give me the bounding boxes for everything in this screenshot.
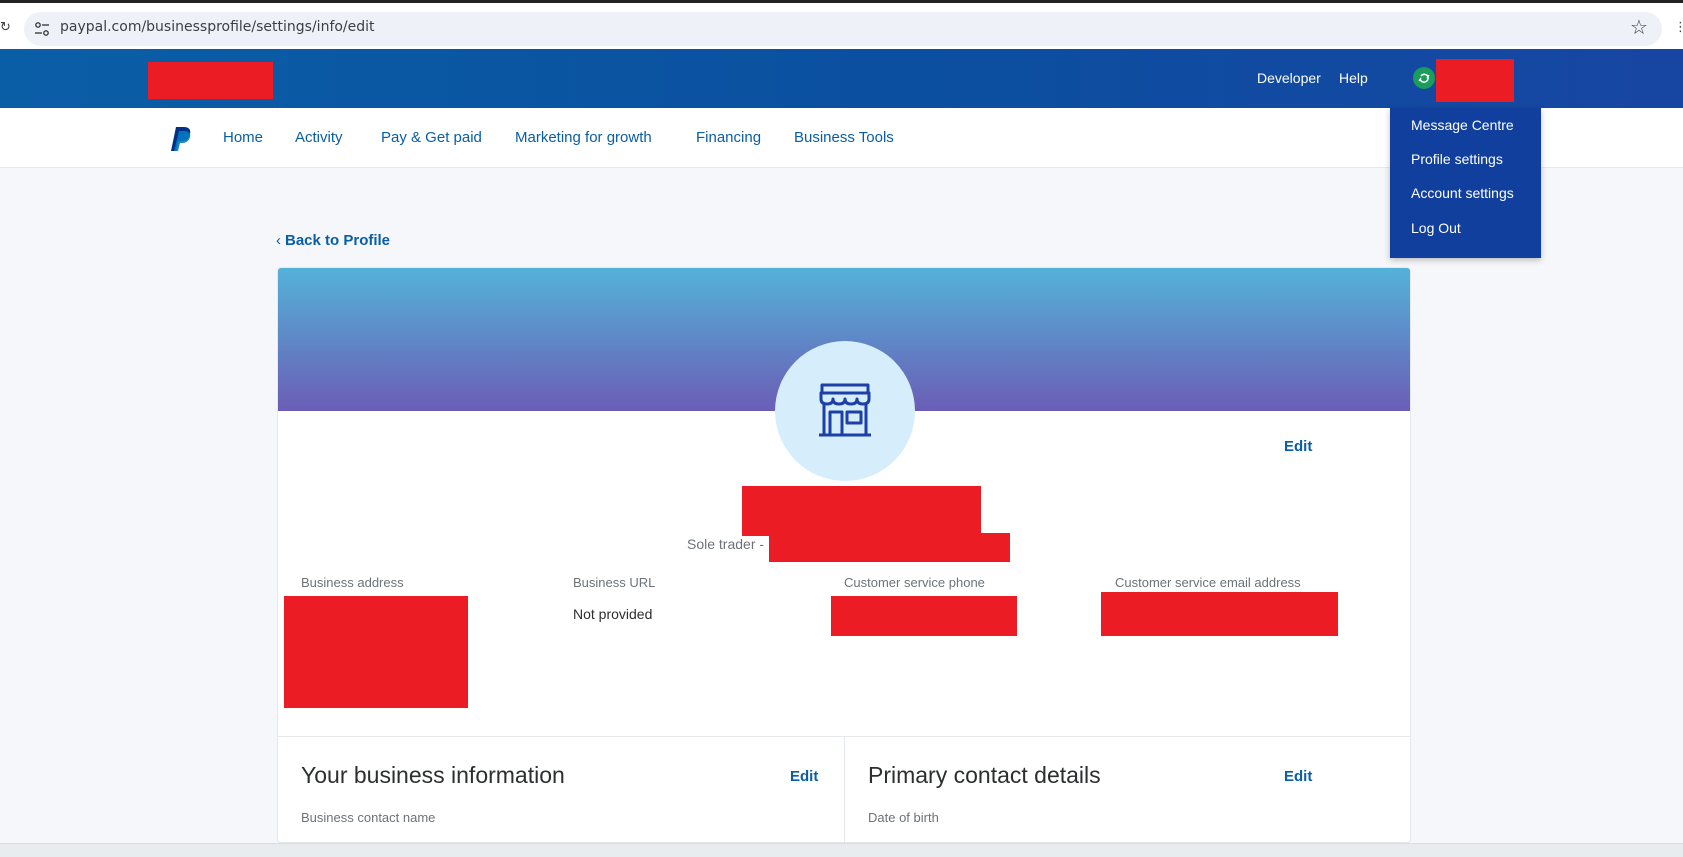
account-dropdown-menu: Message Centre Profile settings Account … [1390, 108, 1541, 258]
nav-home[interactable]: Home [223, 129, 263, 146]
help-link[interactable]: Help [1339, 70, 1368, 86]
business-address-label: Business address [301, 575, 404, 590]
nav-financing[interactable]: Financing [696, 129, 761, 146]
redacted-account-name[interactable] [1436, 59, 1514, 102]
page-bottom-edge [0, 843, 1683, 857]
nav-activity[interactable]: Activity [295, 129, 343, 146]
redacted-customer-service-phone [831, 596, 1017, 636]
chevron-left-icon: ‹ [276, 232, 281, 249]
business-type-label: Sole trader - [687, 536, 765, 552]
edit-business-information-button[interactable]: Edit [790, 768, 818, 785]
business-information-title: Your business information [301, 762, 565, 788]
business-url-value: Not provided [573, 606, 653, 622]
redacted-logo [148, 62, 273, 99]
paypal-logo-icon[interactable] [171, 126, 193, 152]
browser-menu-icon-fragment[interactable]: ⋮ [1674, 19, 1683, 35]
back-to-profile-label: Back to Profile [285, 232, 391, 249]
menu-log-out[interactable]: Log Out [1411, 220, 1461, 236]
business-url-label: Business URL [573, 575, 656, 590]
redacted-business-type-detail [769, 533, 1010, 562]
back-to-profile-link[interactable]: ‹ Back to Profile [276, 232, 390, 249]
redacted-customer-service-email [1101, 592, 1338, 636]
site-settings-icon[interactable] [34, 21, 50, 37]
menu-message-centre[interactable]: Message Centre [1411, 117, 1514, 133]
business-profile-card: Edit Sole trader - Business address Busi… [277, 267, 1411, 843]
edit-primary-contact-button[interactable]: Edit [1284, 768, 1312, 785]
storefront-icon [819, 383, 871, 437]
edit-profile-button[interactable]: Edit [1284, 438, 1312, 455]
nav-marketing-for-growth[interactable]: Marketing for growth [515, 129, 652, 146]
url-text[interactable]: paypal.com/businessprofile/settings/info… [60, 19, 375, 35]
site-header: Developer Help [0, 49, 1683, 108]
column-divider [844, 736, 845, 842]
business-contact-name-label: Business contact name [301, 810, 436, 825]
nav-business-tools[interactable]: Business Tools [794, 129, 894, 146]
redacted-business-address [284, 596, 468, 708]
redacted-business-name [742, 486, 981, 536]
date-of-birth-label: Date of birth [868, 810, 939, 825]
account-avatar-icon[interactable] [1413, 67, 1435, 89]
menu-profile-settings[interactable]: Profile settings [1411, 151, 1503, 167]
bookmark-star-icon[interactable]: ☆ [1630, 15, 1648, 41]
menu-account-settings[interactable]: Account settings [1411, 185, 1514, 201]
profile-avatar[interactable] [775, 341, 915, 481]
browser-address-bar: ↻ paypal.com/businessprofile/settings/in… [0, 3, 1683, 49]
customer-service-email-label: Customer service email address [1115, 575, 1301, 590]
primary-contact-details-title: Primary contact details [868, 762, 1101, 788]
nav-pay-and-get-paid[interactable]: Pay & Get paid [381, 129, 482, 146]
developer-link[interactable]: Developer [1257, 70, 1321, 86]
customer-service-phone-label: Customer service phone [844, 575, 985, 590]
reload-icon-fragment[interactable]: ↻ [0, 19, 11, 35]
